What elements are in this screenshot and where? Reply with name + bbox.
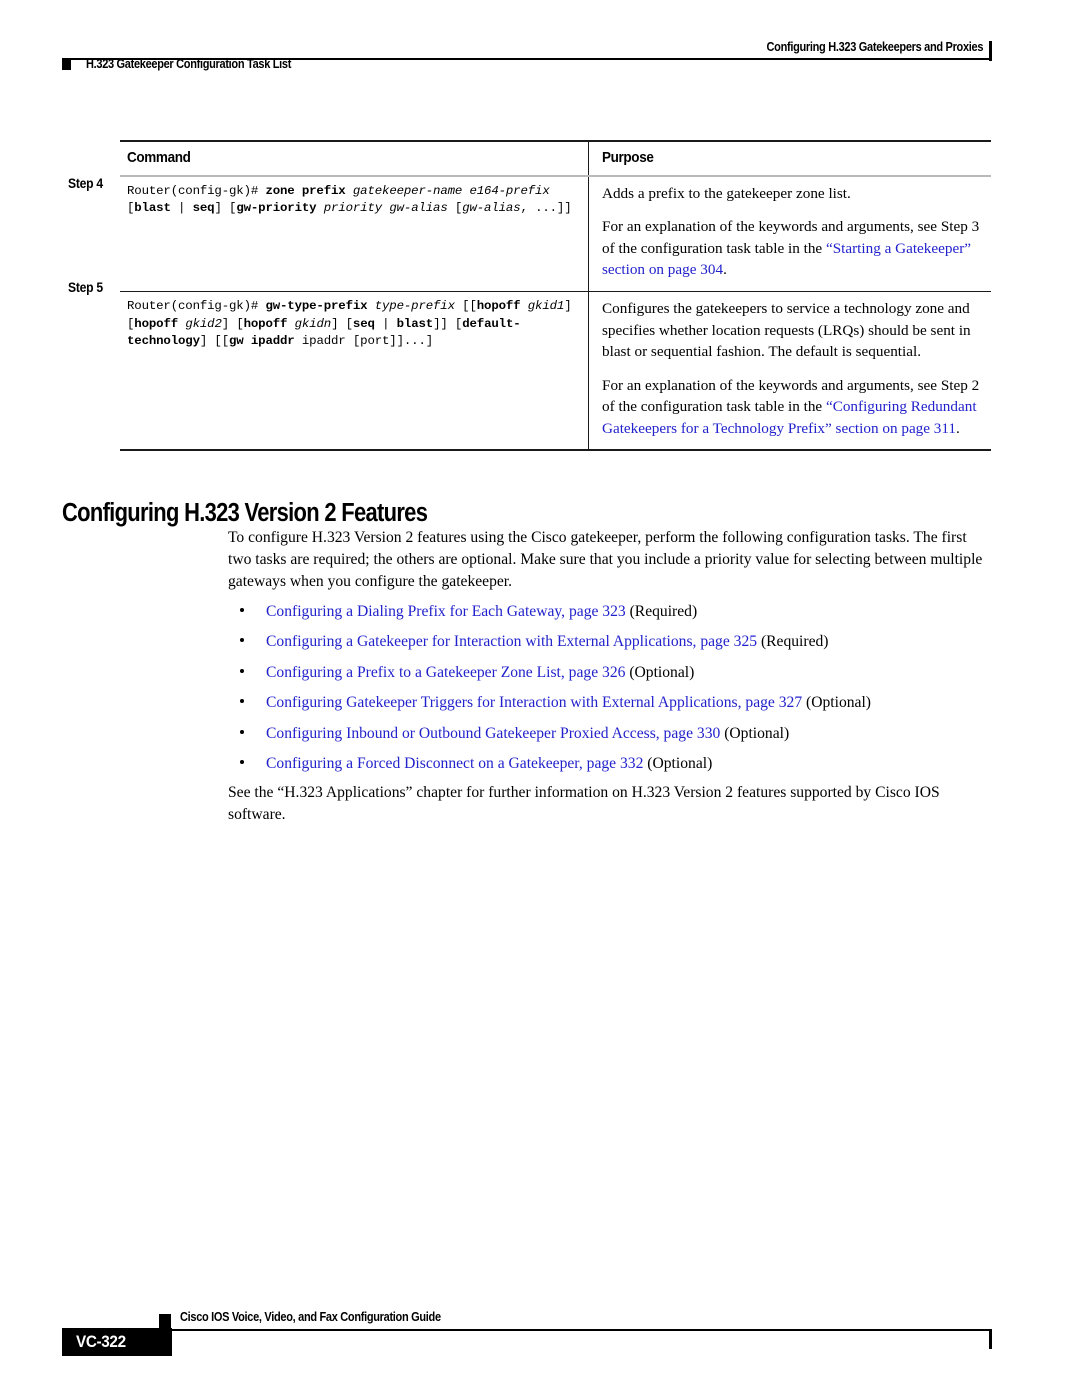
column-divider xyxy=(588,176,590,291)
column-header-purpose: Purpose xyxy=(602,149,654,167)
command-syntax: Router(config-gk)# gw-type-prefix type-p… xyxy=(127,299,572,349)
task-link-qualifier: (Optional) xyxy=(643,754,713,772)
purpose-text: Configures the gatekeepers to service a … xyxy=(602,298,983,439)
purpose-text-run: Configures the gatekeepers to service a … xyxy=(602,300,971,361)
command-cell: Router(config-gk)# zone prefix gatekeepe… xyxy=(120,177,588,291)
purpose-cell: Configures the gatekeepers to service a … xyxy=(588,292,991,449)
task-link-qualifier: (Required) xyxy=(625,603,698,620)
square-bullet-icon xyxy=(159,1314,171,1328)
task-link[interactable]: Configuring a Prefix to a Gatekeeper Zon… xyxy=(266,664,625,681)
list-item[interactable]: Configuring a Gatekeeper for Interaction… xyxy=(228,631,991,661)
running-header-title: Configuring H.323 Gatekeepers and Proxie… xyxy=(766,40,983,54)
bullet-dot-icon xyxy=(240,729,244,734)
footer-edge-tick xyxy=(989,1329,993,1349)
table-bottom-border xyxy=(120,449,991,452)
list-item[interactable]: Configuring a Prefix to a Gatekeeper Zon… xyxy=(228,662,991,692)
page-title: Configuring H.323 Version 2 Features xyxy=(62,499,428,528)
footer-rule xyxy=(62,1329,991,1331)
purpose-text: Adds a prefix to the gatekeeper zone lis… xyxy=(602,183,983,281)
purpose-cell: Adds a prefix to the gatekeeper zone lis… xyxy=(588,177,991,291)
square-bullet-icon xyxy=(62,60,71,70)
table-row: Router(config-gk)# zone prefix gatekeepe… xyxy=(120,176,991,291)
page-footer: Cisco IOS Voice, Video, and Fax Configur… xyxy=(0,1296,1080,1376)
list-item[interactable]: Configuring Gatekeeper Triggers for Inte… xyxy=(228,692,991,722)
page-header: Configuring H.323 Gatekeepers and Proxie… xyxy=(0,0,1080,90)
command-syntax: Router(config-gk)# zone prefix gatekeepe… xyxy=(127,183,572,216)
column-header-command: Command xyxy=(127,149,191,167)
command-purpose-table: Command Purpose Router(config-gk)# zone … xyxy=(120,140,991,452)
list-item[interactable]: Configuring Inbound or Outbound Gatekeep… xyxy=(228,723,991,753)
purpose-paragraph: Adds a prefix to the gatekeeper zone lis… xyxy=(602,183,983,205)
task-link[interactable]: Configuring a Forced Disconnect on a Gat… xyxy=(266,755,643,772)
column-divider xyxy=(588,142,590,176)
page-number: VC-322 xyxy=(76,1332,126,1351)
task-link-list: Configuring a Dialing Prefix for Each Ga… xyxy=(228,601,991,783)
header-edge-tick xyxy=(989,41,993,61)
task-link-qualifier: (Optional) xyxy=(802,694,871,712)
task-link-qualifier: (Optional) xyxy=(625,663,695,681)
task-link[interactable]: Configuring a Dialing Prefix for Each Ga… xyxy=(266,603,626,620)
task-link[interactable]: Configuring Gatekeeper Triggers for Inte… xyxy=(266,694,802,711)
bullet-dot-icon xyxy=(240,608,244,612)
purpose-paragraph: For an explanation of the keywords and a… xyxy=(602,375,983,440)
task-link-qualifier: (Required) xyxy=(757,633,829,651)
bullet-dot-icon xyxy=(240,638,244,643)
list-item[interactable]: Configuring a Forced Disconnect on a Gat… xyxy=(228,753,991,783)
step-label-5: Step 5 xyxy=(68,280,103,295)
purpose-paragraph: Configures the gatekeepers to service a … xyxy=(602,298,983,363)
task-link-qualifier: (Optional) xyxy=(720,724,790,742)
list-item[interactable]: Configuring a Dialing Prefix for Each Ga… xyxy=(228,601,991,631)
table-header-row: Command Purpose xyxy=(120,142,991,176)
header-section-marker: H.323 Gatekeeper Configuration Task List xyxy=(86,57,292,71)
purpose-paragraph: For an explanation of the keywords and a… xyxy=(602,216,983,281)
purpose-text-run: Adds a prefix to the gatekeeper zone lis… xyxy=(602,184,851,202)
intro-block: To configure H.323 Version 2 features us… xyxy=(228,527,991,594)
task-link[interactable]: Configuring Inbound or Outbound Gatekeep… xyxy=(266,725,720,742)
purpose-text-run: . xyxy=(723,261,727,279)
footer-guide-title: Cisco IOS Voice, Video, and Fax Configur… xyxy=(180,1310,441,1324)
command-cell: Router(config-gk)# gw-type-prefix type-p… xyxy=(120,292,588,449)
column-divider xyxy=(588,292,590,450)
table-header-cell-purpose: Purpose xyxy=(588,142,991,175)
task-link[interactable]: Configuring a Gatekeeper for Interaction… xyxy=(266,633,757,650)
purpose-text-run: . xyxy=(956,419,960,437)
bullet-dot-icon xyxy=(240,699,244,704)
bullet-dot-icon xyxy=(240,668,244,673)
closing-block: See the “H.323 Applications” chapter for… xyxy=(228,782,991,826)
closing-paragraph: See the “H.323 Applications” chapter for… xyxy=(228,784,940,824)
table-row: Router(config-gk)# gw-type-prefix type-p… xyxy=(120,292,991,450)
table-header-cell-command: Command xyxy=(120,142,588,175)
intro-paragraph: To configure H.323 Version 2 features us… xyxy=(228,529,983,591)
step-label-4: Step 4 xyxy=(68,176,103,191)
bullet-dot-icon xyxy=(240,759,244,764)
